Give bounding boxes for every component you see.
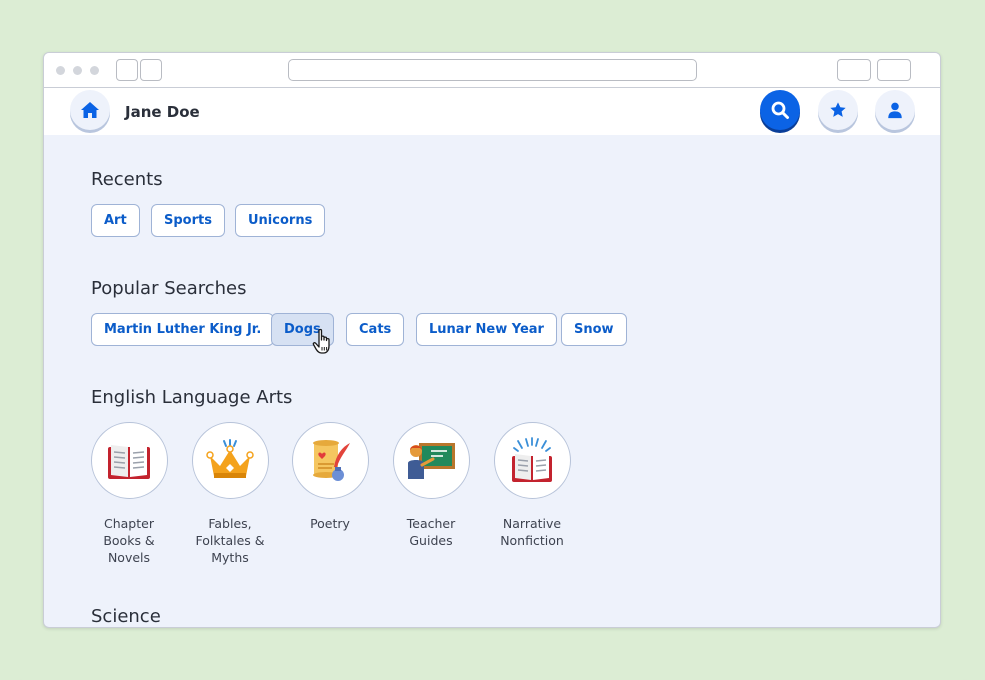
popular-chip-mlk[interactable]: Martin Luther King Jr. [91,313,275,346]
category-label-line: Nonfiction [500,533,564,548]
user-name: Jane Doe [125,102,200,121]
category-label-line: Myths [211,550,249,565]
recents-title: Recents [91,169,163,190]
user-icon [888,102,902,119]
category-label-line: Folktales & [195,533,265,548]
browser-window: Jane Doe Recents Art Sports Unicorns Pop… [43,52,941,628]
recent-chip-art[interactable]: Art [91,204,140,237]
category-chapter-books[interactable]: Chapter Books & Novels [84,422,174,566]
category-poetry[interactable]: Poetry [285,422,375,532]
window-dot [56,66,65,75]
favorites-button[interactable] [818,90,858,130]
app-header: Jane Doe [44,88,940,135]
window-dot [90,66,99,75]
home-button[interactable] [70,90,110,130]
profile-button[interactable] [875,90,915,130]
back-button[interactable] [116,59,138,81]
category-label-line: Narrative [502,516,562,531]
category-label-line: Books & [103,533,155,548]
popular-chip-snow[interactable]: Snow [561,313,627,346]
scroll-quill-icon [313,439,350,481]
popular-chip-lunar-new-year[interactable]: Lunar New Year [416,313,557,346]
ela-title: English Language Arts [91,387,293,408]
chrome-action-button[interactable] [877,59,911,81]
popular-searches-title: Popular Searches [91,278,247,299]
recent-chip-sports[interactable]: Sports [151,204,225,237]
hand-cursor-icon [312,328,330,354]
teacher-chalkboard-icon [408,442,455,479]
crown-icon [206,438,254,478]
forward-button[interactable] [140,59,162,81]
category-label-line: Fables, [208,516,252,531]
window-dot [73,66,82,75]
book-icon [108,444,150,479]
category-label-line: Poetry [310,516,350,531]
category-label-line: Chapter [104,516,154,531]
star-icon [830,102,846,117]
category-fables-folktales-myths[interactable]: Fables, Folktales & Myths [185,422,275,566]
address-bar[interactable] [288,59,697,81]
category-narrative-nonfiction[interactable]: Narrative Nonfiction [487,422,577,549]
search-button[interactable] [760,90,800,130]
category-label-line: Teacher [406,516,456,531]
category-teacher-guides[interactable]: Teacher Guides [386,422,476,549]
sparkle-book-icon [512,436,552,482]
home-icon [81,102,99,118]
main-content: Recents Art Sports Unicorns Popular Sear… [44,135,940,627]
science-title: Science [91,606,161,627]
search-icon [771,101,789,119]
category-label-line: Novels [107,550,151,565]
popular-chip-cats[interactable]: Cats [346,313,405,346]
browser-chrome [44,53,940,88]
recent-chip-unicorns[interactable]: Unicorns [235,204,326,237]
chrome-action-button[interactable] [837,59,871,81]
category-label-line: Guides [409,533,453,548]
